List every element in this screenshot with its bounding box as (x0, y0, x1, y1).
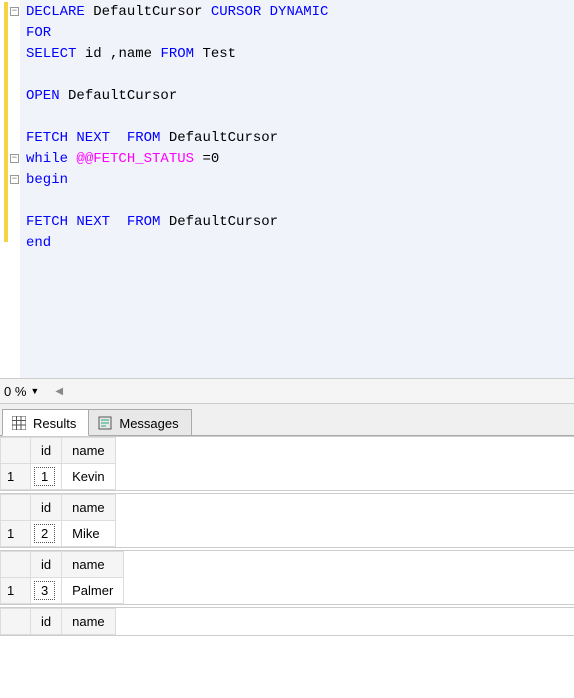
fold-toggle-icon[interactable]: − (10, 175, 19, 184)
result-grid: idname11Kevin (0, 436, 574, 491)
column-header[interactable]: name (62, 552, 124, 578)
table-cell[interactable]: Kevin (62, 464, 116, 490)
zoom-bar: 0 % ▼ ◀ (0, 378, 574, 404)
tab-messages-label: Messages (119, 416, 178, 431)
table-corner (1, 495, 31, 521)
zoom-dropdown-icon[interactable]: ▼ (30, 386, 39, 396)
tab-messages[interactable]: Messages (88, 409, 191, 435)
fold-toggle-icon[interactable]: − (10, 7, 19, 16)
table-corner (1, 552, 31, 578)
tab-results[interactable]: Results (2, 409, 89, 436)
row-number[interactable]: 1 (1, 464, 31, 490)
result-table[interactable]: idname11Kevin (0, 437, 116, 490)
table-cell[interactable]: 1 (31, 464, 62, 490)
table-corner (1, 609, 31, 635)
result-grid: idname (0, 607, 574, 636)
zoom-value[interactable]: 0 % (4, 384, 26, 399)
table-row[interactable]: 12Mike (1, 521, 116, 547)
column-header[interactable]: name (62, 495, 116, 521)
column-header[interactable]: name (62, 609, 116, 635)
results-tabs: Results Messages (0, 404, 574, 436)
result-grid: idname12Mike (0, 493, 574, 548)
table-row[interactable]: 11Kevin (1, 464, 116, 490)
fold-toggle-icon[interactable]: − (10, 154, 19, 163)
result-grid: idname13Palmer (0, 550, 574, 605)
result-table[interactable]: idname (0, 608, 116, 635)
result-table[interactable]: idname13Palmer (0, 551, 124, 604)
table-row[interactable]: 13Palmer (1, 578, 124, 604)
sql-editor[interactable]: − − − DECLARE DefaultCursor CURSOR DYNAMIC… (0, 0, 574, 378)
column-header[interactable]: id (31, 609, 62, 635)
scroll-left-icon[interactable]: ◀ (55, 386, 63, 397)
table-cell[interactable]: 3 (31, 578, 62, 604)
column-header[interactable]: id (31, 552, 62, 578)
table-cell[interactable]: 2 (31, 521, 62, 547)
column-header[interactable]: name (62, 438, 116, 464)
table-corner (1, 438, 31, 464)
row-number[interactable]: 1 (1, 521, 31, 547)
row-number[interactable]: 1 (1, 578, 31, 604)
result-table[interactable]: idname12Mike (0, 494, 116, 547)
table-cell[interactable]: Mike (62, 521, 116, 547)
table-cell[interactable]: Palmer (62, 578, 124, 604)
messages-icon (97, 415, 113, 431)
tab-results-label: Results (33, 416, 76, 431)
column-header[interactable]: id (31, 438, 62, 464)
editor-gutter: − − − (0, 0, 20, 378)
change-marker (4, 2, 8, 242)
code-content[interactable]: DECLARE DefaultCursor CURSOR DYNAMICFORS… (20, 0, 574, 254)
results-grid-icon (11, 415, 27, 431)
column-header[interactable]: id (31, 495, 62, 521)
results-pane: idname11Kevinidname12Mikeidname13Palmeri… (0, 436, 574, 636)
